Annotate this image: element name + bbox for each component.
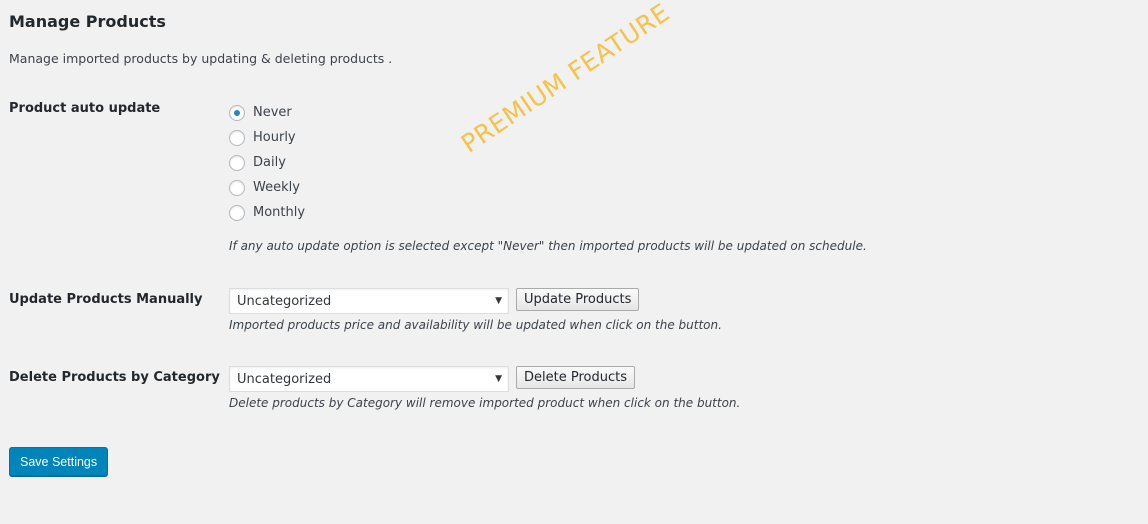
radio-option-daily[interactable]: Daily [229, 150, 305, 175]
radio-label-weekly: Weekly [253, 180, 300, 195]
update-category-select[interactable]: Uncategorized ▼ [229, 288, 509, 314]
radio-option-hourly[interactable]: Hourly [229, 125, 305, 150]
radio-button-monthly[interactable] [229, 204, 245, 221]
radio-button-never[interactable] [229, 104, 245, 121]
page-title: Manage Products [9, 12, 166, 31]
save-settings-button[interactable]: Save Settings [9, 447, 109, 476]
radio-label-daily: Daily [253, 155, 286, 170]
radio-button-weekly[interactable] [229, 179, 245, 196]
radio-label-monthly: Monthly [253, 205, 306, 220]
delete-category-label: Delete Products by Category [9, 370, 220, 385]
delete-products-button[interactable]: Delete Products [516, 366, 635, 389]
update-manually-hint: Imported products price and availability… [229, 318, 722, 332]
radio-option-weekly[interactable]: Weekly [229, 175, 305, 200]
radio-button-hourly[interactable] [229, 129, 245, 146]
settings-panel: Manage Products Manage imported products… [9, 0, 1148, 524]
radio-label-never: Never [253, 105, 292, 120]
radio-label-hourly: Hourly [253, 130, 296, 145]
radio-option-monthly[interactable]: Monthly [229, 200, 305, 225]
chevron-down-icon: ▼ [495, 296, 502, 306]
update-category-select-value: Uncategorized [237, 293, 332, 309]
delete-category-hint: Delete products by Category will remove … [229, 396, 741, 410]
radio-selected-indicator [234, 109, 240, 116]
delete-category-select-value: Uncategorized [237, 371, 332, 387]
auto-update-label: Product auto update [9, 101, 161, 116]
auto-update-hint: If any auto update option is selected ex… [229, 239, 867, 253]
update-manually-label: Update Products Manually [9, 292, 203, 307]
premium-feature-watermark: PREMIUM FEATURE [455, 0, 675, 159]
radio-button-daily[interactable] [229, 154, 245, 171]
page-description: Manage imported products by updating & d… [9, 51, 393, 66]
delete-category-select[interactable]: Uncategorized ▼ [229, 366, 509, 392]
chevron-down-icon: ▼ [495, 374, 502, 384]
update-products-button[interactable]: Update Products [516, 288, 640, 311]
auto-update-radio-group: Never Hourly Daily Weekly Monthly [229, 100, 305, 225]
radio-option-never[interactable]: Never [229, 100, 305, 125]
